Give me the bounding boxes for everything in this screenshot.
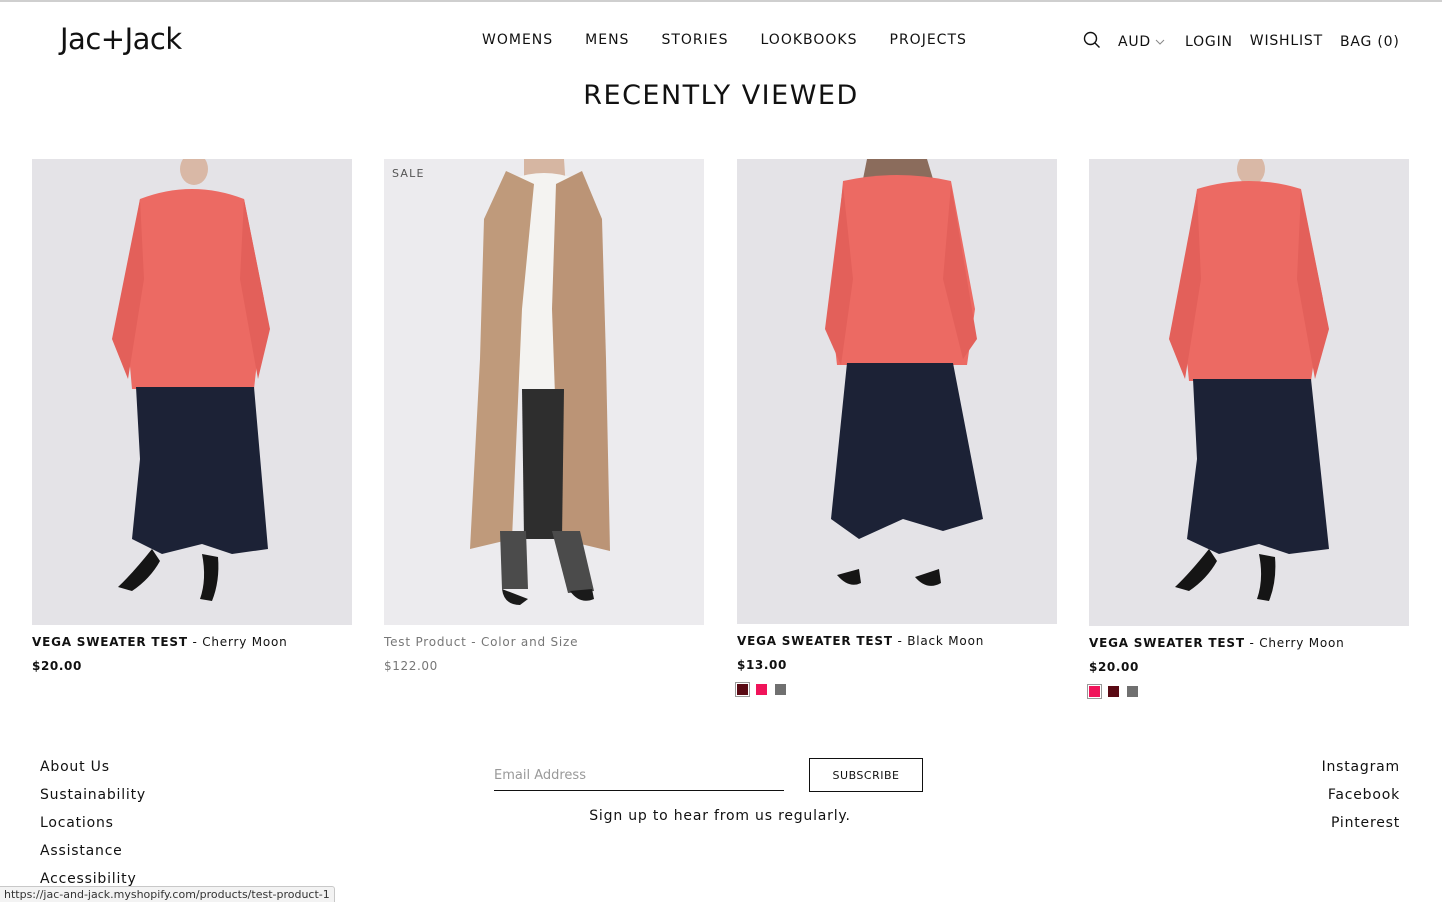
social-link-facebook[interactable]: Facebook [1322,787,1400,815]
signup-text: Sign up to hear from us regularly. [589,808,851,824]
color-swatches [735,682,1057,697]
product-name: VEGA SWEATER TEST [32,635,188,649]
swatch-grey[interactable] [1127,686,1138,697]
window-top-border [0,0,1442,2]
social-link-pinterest[interactable]: Pinterest [1322,815,1400,843]
product-name: VEGA SWEATER TEST [737,634,893,648]
swatch-pink[interactable] [1087,684,1102,699]
currency-selector[interactable]: AUD [1118,34,1165,50]
nav-womens[interactable]: WOMENS [482,32,553,48]
footer-link-assistance[interactable]: Assistance [40,843,146,871]
browser-status-url: https://jac-and-jack.myshopify.com/produ… [0,886,335,902]
sale-badge: SALE [392,167,425,180]
section-title: RECENTLY VIEWED [583,80,859,111]
product-name: Test Product [384,635,467,649]
swatch-grey[interactable] [775,684,786,695]
product-price: $13.00 [737,658,787,672]
product-variant: - Cherry Moon [1244,636,1345,650]
nav-lookbooks[interactable]: LOOKBOOKS [761,32,858,48]
product-title[interactable]: VEGA SWEATER TEST - Cherry Moon [1089,636,1409,650]
product-variant: - Cherry Moon [187,635,288,649]
login-link[interactable]: LOGIN [1185,34,1233,50]
site-logo[interactable]: Jac+Jack [60,22,182,56]
subscribe-button[interactable]: SUBSCRIBE [809,758,923,792]
main-nav: WOMENS MENS STORIES LOOKBOOKS PROJECTS [482,32,999,48]
product-card[interactable]: VEGA SWEATER TEST - Cherry Moon $20.00 [32,159,352,673]
product-variant: - Black Moon [892,634,985,648]
product-image[interactable] [1089,159,1409,626]
footer-links: About Us Sustainability Locations Assist… [40,759,146,899]
product-price: $20.00 [1089,660,1139,674]
social-link-instagram[interactable]: Instagram [1322,759,1400,787]
swatch-pink[interactable] [756,684,767,695]
product-image[interactable] [737,159,1057,624]
product-card[interactable]: VEGA SWEATER TEST - Black Moon $13.00 [735,159,1057,697]
chevron-down-icon [1155,39,1165,45]
bag-link[interactable]: BAG (0) [1340,34,1400,50]
product-title[interactable]: VEGA SWEATER TEST - Cherry Moon [32,635,352,649]
wishlist-link[interactable]: WISHLIST [1250,33,1323,49]
swatch-burgundy[interactable] [1108,686,1119,697]
product-image[interactable] [32,159,352,625]
product-card[interactable]: VEGA SWEATER TEST - Cherry Moon $20.00 [1087,159,1409,699]
nav-projects[interactable]: PROJECTS [890,32,967,48]
utility-nav: AUD LOGIN WISHLIST BAG (0) [1083,31,1417,53]
footer-link-locations[interactable]: Locations [40,815,146,843]
product-image[interactable]: SALE [384,159,704,625]
product-price: $122.00 [384,659,438,673]
social-links: Instagram Facebook Pinterest [1322,759,1400,843]
nav-stories[interactable]: STORIES [661,32,728,48]
nav-mens[interactable]: MENS [585,32,629,48]
search-icon[interactable] [1083,31,1101,53]
email-field[interactable] [494,760,784,791]
footer-link-about-us[interactable]: About Us [40,759,146,787]
product-variant: - Color and Size [466,635,579,649]
product-card[interactable]: SALE Test Product - Color and Size $122.… [384,159,704,673]
product-name: VEGA SWEATER TEST [1089,636,1245,650]
color-swatches [1087,684,1409,699]
product-title[interactable]: Test Product - Color and Size [384,635,704,649]
swatch-burgundy[interactable] [735,682,750,697]
product-price: $20.00 [32,659,82,673]
footer-link-sustainability[interactable]: Sustainability [40,787,146,815]
currency-label: AUD [1118,34,1152,50]
product-title[interactable]: VEGA SWEATER TEST - Black Moon [737,634,1057,648]
